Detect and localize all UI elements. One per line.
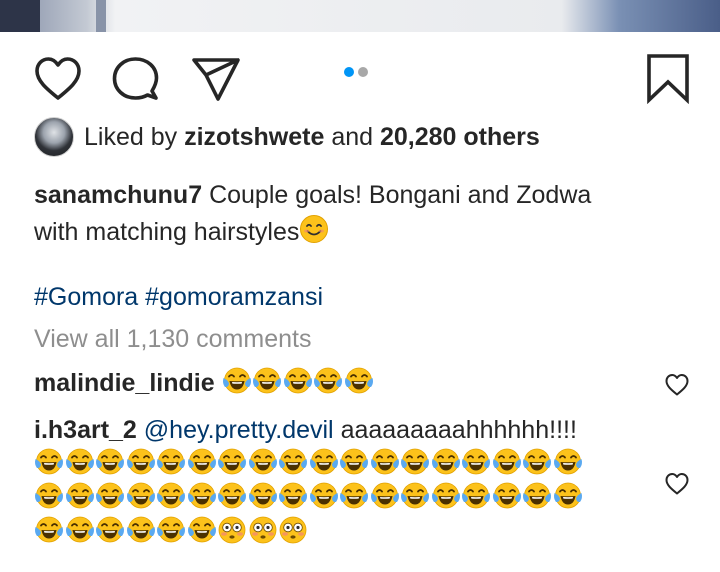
tears-of-joy-emoji-icon [126,481,156,511]
post-image[interactable] [0,0,720,32]
carousel-dot-active [344,67,354,77]
flushed-emoji-icon [278,515,308,545]
tears-of-joy-emoji-icon [156,481,186,511]
tears-of-joy-emoji-icon [222,366,252,396]
tears-of-joy-emoji-icon [65,515,95,545]
tears-of-joy-emoji-icon [187,447,217,477]
tears-of-joy-emoji-icon [553,447,583,477]
flushed-emoji-icon [217,515,247,545]
tears-of-joy-emoji-icon [95,447,125,477]
liker-username[interactable]: zizotshwete [184,123,324,152]
likes-count[interactable]: 20,280 others [380,123,540,152]
tears-of-joy-emoji-icon [187,481,217,511]
share-icon[interactable] [190,56,242,104]
tears-of-joy-emoji-icon [126,447,156,477]
tears-of-joy-emoji-icon [278,481,308,511]
tears-of-joy-emoji-icon [492,481,522,511]
tears-of-joy-emoji-icon [313,366,343,396]
tears-of-joy-emoji-icon [461,481,491,511]
tears-of-joy-emoji-icon [252,366,282,396]
tears-of-joy-emoji-icon [156,515,186,545]
like-comment-heart-icon[interactable] [664,472,690,496]
tears-of-joy-emoji-icon [95,515,125,545]
post-caption: sanamchunu7 Couple goals! Bongani and Zo… [34,177,694,251]
likes-row[interactable]: Liked by zizotshwete and 20,280 others [34,117,540,157]
tears-of-joy-emoji-icon [400,481,430,511]
tears-of-joy-emoji-icon [34,515,64,545]
tears-of-joy-emoji-icon [95,481,125,511]
tears-of-joy-emoji-icon [34,481,64,511]
tears-of-joy-emoji-icon [431,447,461,477]
comment-emojis [222,366,375,397]
tears-of-joy-emoji-icon [65,447,95,477]
tears-of-joy-emoji-icon [522,447,552,477]
tears-of-joy-emoji-icon [156,447,186,477]
tears-of-joy-emoji-icon [34,447,64,477]
tears-of-joy-emoji-icon [126,515,156,545]
tears-of-joy-emoji-icon [370,447,400,477]
like-comment-heart-icon[interactable] [664,373,690,397]
tears-of-joy-emoji-icon [65,481,95,511]
caption-text-line2: with matching hairstyles [34,218,300,246]
comment-username[interactable]: i.h3art_2 [34,416,137,444]
view-all-comments-link[interactable]: View all 1,130 comments [34,325,311,354]
tears-of-joy-emoji-icon [370,481,400,511]
tears-of-joy-emoji-icon [309,481,339,511]
tears-of-joy-emoji-icon [283,366,313,396]
tears-of-joy-emoji-icon [344,366,374,396]
carousel-indicator [344,64,372,82]
tears-of-joy-emoji-icon [461,447,491,477]
tears-of-joy-emoji-icon [553,481,583,511]
hashtags[interactable]: #Gomora #gomoramzansi [34,283,323,312]
comment-emojis-row [34,515,664,549]
tears-of-joy-emoji-icon [431,481,461,511]
tears-of-joy-emoji-icon [248,447,278,477]
tears-of-joy-emoji-icon [339,481,369,511]
tears-of-joy-emoji-icon [278,447,308,477]
flushed-emoji-icon [248,515,278,545]
comment-emojis-row [34,447,664,481]
tears-of-joy-emoji-icon [492,447,522,477]
caption-username[interactable]: sanamchunu7 [34,181,202,209]
tears-of-joy-emoji-icon [522,481,552,511]
comment: malindie_lindie [34,366,664,400]
comment-emojis-row [34,481,664,515]
tears-of-joy-emoji-icon [339,447,369,477]
caption-text-line1: Couple goals! Bongani and Zodwa [209,181,592,209]
tears-of-joy-emoji-icon [217,447,247,477]
comment-icon[interactable] [110,55,160,105]
liker-avatar[interactable] [34,117,74,157]
heart-icon[interactable] [33,56,83,102]
comment-username[interactable]: malindie_lindie [34,369,215,397]
tears-of-joy-emoji-icon [217,481,247,511]
likes-connector: and [331,122,374,151]
bookmark-icon[interactable] [645,52,691,104]
comment-text: aaaaaaaaahhhhhh!!!! [340,416,577,444]
smiling-face-emoji-icon [299,214,329,244]
comment: i.h3art_2 @hey.pretty.devil aaaaaaaaahhh… [34,413,664,549]
comment-mention[interactable]: @hey.pretty.devil [144,416,334,444]
tears-of-joy-emoji-icon [248,481,278,511]
tears-of-joy-emoji-icon [400,447,430,477]
tears-of-joy-emoji-icon [309,447,339,477]
likes-prefix: Liked by [84,122,178,151]
carousel-dot [358,67,368,77]
tears-of-joy-emoji-icon [187,515,217,545]
